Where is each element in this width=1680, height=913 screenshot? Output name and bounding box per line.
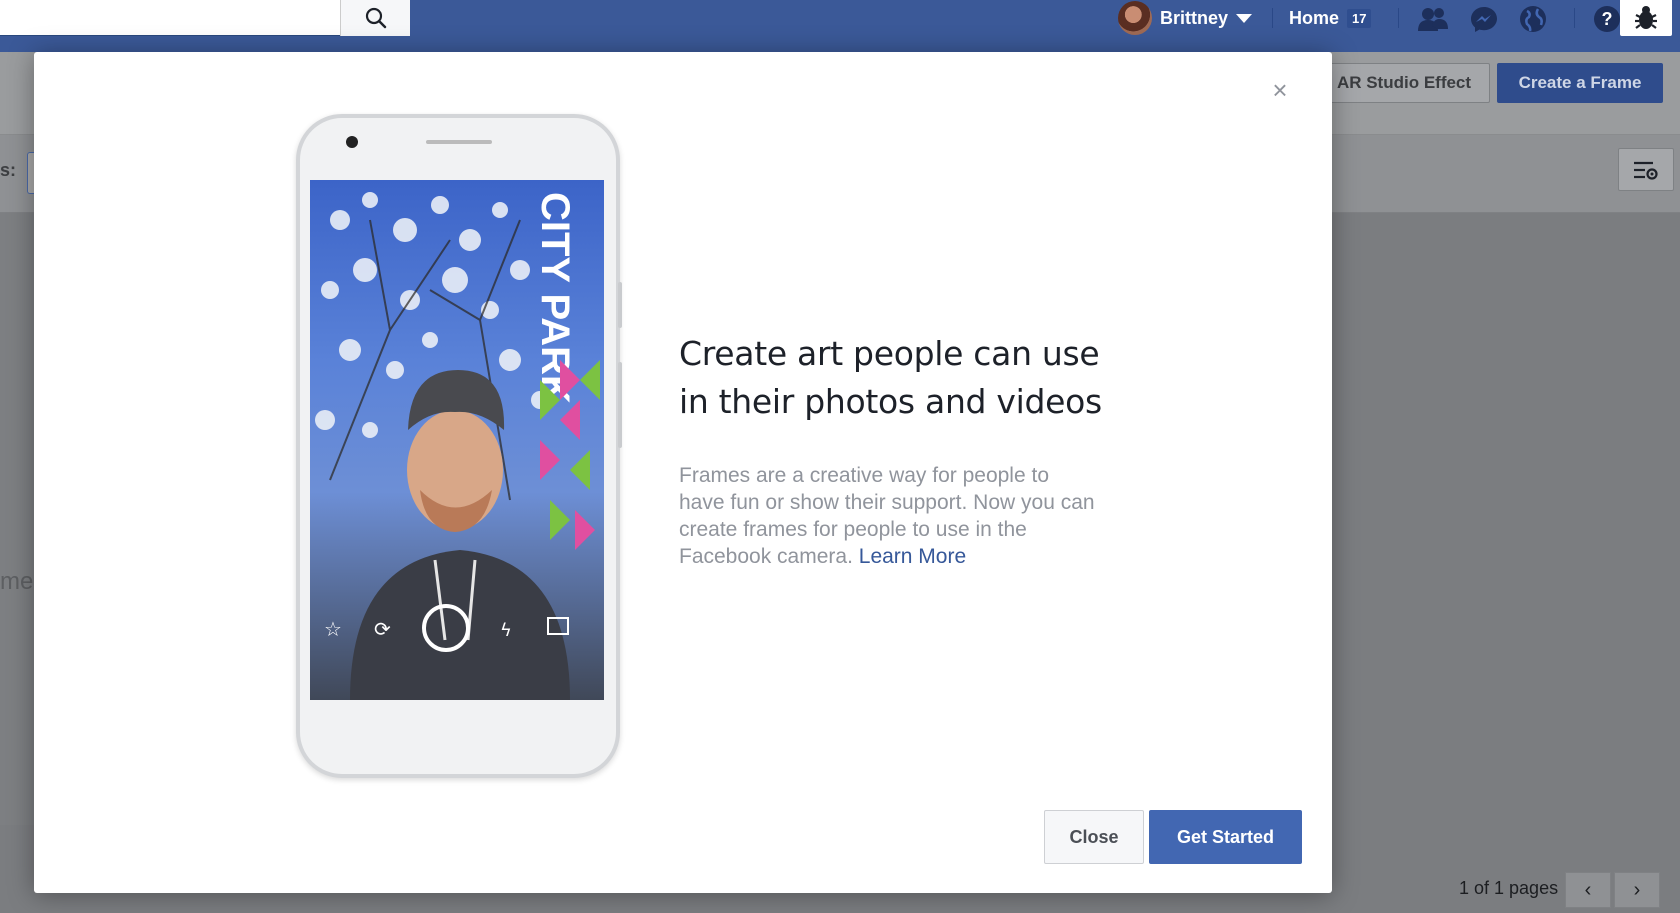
phone-camera <box>346 136 358 148</box>
svg-text:⟳: ⟳ <box>374 617 391 641</box>
search-button[interactable] <box>340 0 410 36</box>
messenger-icon[interactable] <box>1469 4 1499 34</box>
search-icon <box>365 7 386 29</box>
create-frame-button[interactable]: Create a Frame <box>1497 63 1663 103</box>
column-settings-button[interactable] <box>1618 148 1674 191</box>
nav-divider <box>1272 8 1273 28</box>
phone-illustration: CITY PARK ☆ ⟳ ϟ <box>296 114 622 778</box>
selfie-illustration: CITY PARK ☆ ⟳ ϟ <box>315 192 600 700</box>
learn-more-link[interactable]: Learn More <box>859 545 966 568</box>
modal-description: Frames are a creative way for people to … <box>679 462 1099 570</box>
nav-divider <box>1574 8 1575 28</box>
chevron-left-icon: ‹ <box>1584 878 1592 901</box>
notifications-globe-icon[interactable] <box>1518 4 1548 34</box>
pager-next-button[interactable]: › <box>1614 872 1660 908</box>
user-name: Brittney <box>1160 7 1229 28</box>
close-icon[interactable]: × <box>1268 77 1292 103</box>
close-button[interactable]: Close <box>1044 810 1144 864</box>
phone-screen-photo: CITY PARK ☆ ⟳ ϟ <box>310 180 604 700</box>
svg-text:ϟ: ϟ <box>500 620 512 641</box>
help-icon[interactable]: ? <box>1592 4 1622 34</box>
phone-speaker <box>426 140 492 144</box>
get-started-button[interactable]: Get Started <box>1149 810 1302 864</box>
pager-prev-button[interactable]: ‹ <box>1565 872 1611 908</box>
left-panel <box>0 213 34 825</box>
search-input[interactable] <box>0 0 410 36</box>
profile-link[interactable]: Brittney <box>1118 0 1253 36</box>
chevron-right-icon: › <box>1633 878 1641 901</box>
home-label: Home <box>1289 7 1340 28</box>
left-panel-text: me <box>0 568 34 595</box>
create-frame-modal: × CITY PARK ☆ ⟳ ϟ Create art people can … <box>34 52 1332 893</box>
settings-sliders-icon <box>1634 161 1658 180</box>
friend-requests-icon[interactable] <box>1418 4 1448 34</box>
chevron-down-icon <box>1236 13 1253 23</box>
home-count-badge: 17 <box>1347 8 1372 28</box>
svg-text:☆: ☆ <box>324 617 342 641</box>
home-link[interactable]: Home 17 <box>1289 0 1372 36</box>
bug-report-button[interactable] <box>1620 0 1672 36</box>
pager-text: 1 of 1 pages <box>1459 878 1559 898</box>
ar-studio-effect-button[interactable]: AR Studio Effect <box>1318 63 1490 103</box>
nav-divider <box>1398 8 1399 28</box>
bug-icon <box>1635 6 1657 29</box>
modal-heading: Create art people can use in their photo… <box>679 334 1102 421</box>
avatar <box>1118 1 1152 35</box>
filter-label: s: <box>0 160 17 180</box>
